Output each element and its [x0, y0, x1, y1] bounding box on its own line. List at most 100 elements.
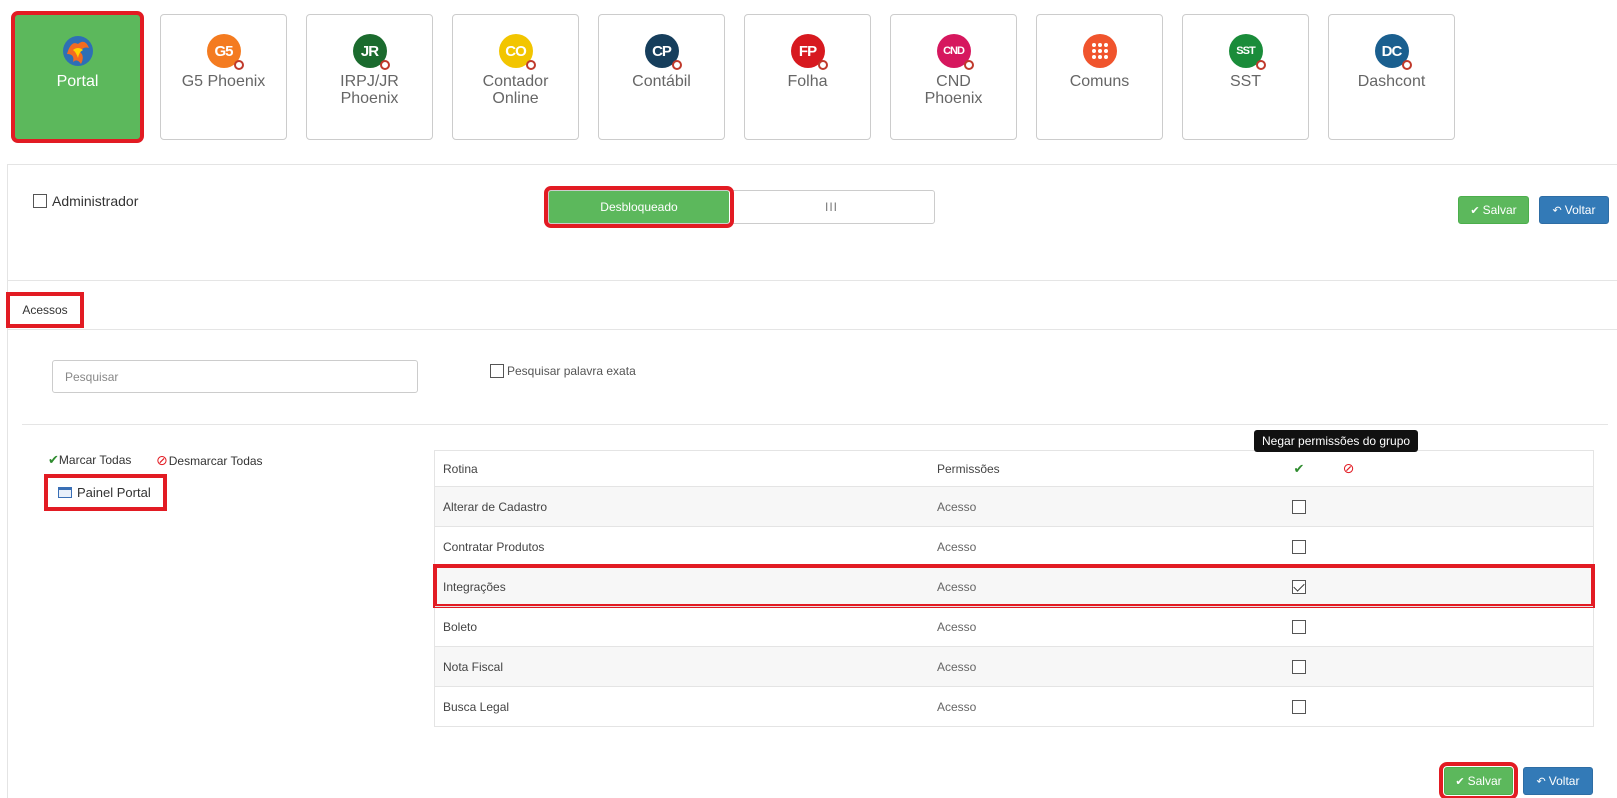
tile-label: Contador Online: [482, 73, 549, 107]
header-permissions: Permissões: [937, 461, 1000, 476]
unlocked-option[interactable]: Desbloqueado: [544, 186, 734, 228]
check-cell: [1269, 619, 1329, 634]
module-tile-dashcont[interactable]: DC Dashcont: [1328, 14, 1455, 140]
save-label: Salvar: [1482, 203, 1517, 217]
module-tile-folha[interactable]: FP Folha: [744, 14, 871, 140]
unmark-all-label: Desmarcar Todas: [168, 453, 263, 468]
administrator-label: Administrador: [52, 193, 139, 209]
tile-label: CND Phoenix: [924, 73, 983, 107]
exact-word-checkbox[interactable]: [490, 364, 504, 378]
module-tile-g5-phoenix[interactable]: G5 G5 Phoenix: [160, 14, 287, 140]
window-icon: [58, 487, 72, 498]
module-tile-contador-online[interactable]: CO Contador Online: [452, 14, 579, 140]
administrator-checkbox[interactable]: [33, 194, 47, 208]
save-label: Salvar: [1467, 774, 1502, 788]
permission-checkbox[interactable]: [1292, 499, 1306, 514]
module-tiles: Portal G5 G5 Phoenix JR IRPJ/JR Phoenix …: [11, 11, 1455, 143]
permission-checkbox[interactable]: [1292, 699, 1306, 714]
sst-icon: SST: [1228, 34, 1266, 70]
permission-checkbox[interactable]: [1292, 659, 1306, 674]
dc-icon: DC: [1374, 34, 1412, 70]
grid-dots-icon: [1082, 34, 1117, 68]
tab-acessos[interactable]: Acessos: [6, 292, 84, 328]
check-cell: [1269, 579, 1329, 594]
back-label: Voltar: [1564, 203, 1596, 217]
divider: [7, 329, 1617, 330]
exact-word-option[interactable]: Pesquisar palavra exata: [490, 364, 636, 378]
module-tile-comuns[interactable]: Comuns: [1036, 14, 1163, 140]
routine-cell: Nota Fiscal: [443, 659, 504, 674]
routine-cell: Alterar de Cadastro: [443, 499, 548, 514]
permission-cell: Acesso: [937, 659, 977, 674]
tile-label: Portal: [56, 73, 99, 90]
routine-cell: Boleto: [443, 619, 478, 634]
allow-all-icon[interactable]: ✔: [1269, 461, 1329, 477]
permission-checkbox[interactable]: [1292, 539, 1306, 554]
back-label: Voltar: [1548, 774, 1580, 788]
table-row: Integrações Acesso: [433, 564, 1595, 608]
jr-icon: JR: [352, 34, 390, 70]
permission-cell: Acesso: [937, 539, 977, 554]
module-tile-cnd-phoenix[interactable]: CND CND Phoenix: [890, 14, 1017, 140]
routine-cell: Busca Legal: [443, 699, 510, 714]
check-cell: [1269, 659, 1329, 674]
exact-word-label: Pesquisar palavra exata: [507, 364, 636, 378]
tile-label: Comuns: [1069, 73, 1130, 90]
back-button-bottom[interactable]: ↶ Voltar: [1523, 767, 1593, 795]
portal-phoenix-icon: [61, 34, 95, 68]
routine-cell: Integrações: [443, 579, 506, 594]
module-tile-portal[interactable]: Portal: [11, 11, 144, 143]
check-icon: ✔: [1470, 204, 1480, 217]
permission-checkbox[interactable]: [1292, 579, 1306, 594]
tile-label: SST: [1229, 73, 1262, 90]
search-input[interactable]: [52, 360, 418, 393]
table-row: Alterar de Cadastro Acesso: [435, 486, 1593, 526]
tile-label: G5 Phoenix: [181, 73, 266, 90]
unmark-all-link[interactable]: ⊘ Desmarcar Todas: [156, 452, 263, 469]
tile-label: IRPJ/JR Phoenix: [340, 73, 399, 107]
permission-cell: Acesso: [937, 699, 977, 714]
cnd-icon: CND: [936, 34, 974, 70]
check-cell: [1269, 499, 1329, 514]
g5-icon: G5: [206, 34, 244, 70]
check-cell: [1269, 699, 1329, 714]
table-row: Boleto Acesso: [435, 606, 1593, 646]
routine-cell: Contratar Produtos: [443, 539, 545, 554]
divider: [22, 424, 1608, 425]
fp-icon: FP: [790, 34, 828, 70]
permission-cell: Acesso: [937, 619, 977, 634]
mark-all-link[interactable]: ✔ Marcar Todas: [48, 452, 131, 468]
lock-toggle[interactable]: Desbloqueado III: [544, 186, 935, 228]
ban-icon: ⊘: [156, 452, 168, 468]
module-tile-irpj-phoenix[interactable]: JR IRPJ/JR Phoenix: [306, 14, 433, 140]
permission-checkbox[interactable]: [1292, 619, 1306, 634]
tree-node-painel-portal[interactable]: Painel Portal: [44, 474, 167, 511]
check-icon: ✔: [1455, 775, 1465, 788]
locked-option[interactable]: III: [729, 191, 934, 223]
module-tile-sst[interactable]: SST SST: [1182, 14, 1309, 140]
header-routine: Rotina: [443, 461, 478, 476]
tile-label: Folha: [787, 73, 828, 90]
save-button-bottom[interactable]: ✔ Salvar: [1439, 762, 1518, 798]
table-row: Nota Fiscal Acesso: [435, 646, 1593, 686]
co-icon: CO: [498, 34, 536, 70]
table-header: Rotina Permissões ✔ ⊘: [435, 451, 1593, 486]
save-button-top[interactable]: ✔ Salvar: [1458, 196, 1529, 224]
divider: [7, 280, 1617, 281]
table-row: Contratar Produtos Acesso: [435, 526, 1593, 566]
table-row: Busca Legal Acesso: [435, 686, 1593, 726]
deny-group-tooltip: Negar permissões do grupo: [1254, 430, 1419, 452]
permission-cell: Acesso: [937, 579, 977, 594]
reply-icon: ↶: [1536, 775, 1546, 788]
cp-icon: CP: [644, 34, 682, 70]
tile-label: Dashcont: [1357, 73, 1426, 90]
module-tile-contabil[interactable]: CP Contábil: [598, 14, 725, 140]
tree-node-label: Painel Portal: [77, 485, 151, 500]
deny-group-icon[interactable]: ⊘: [1329, 460, 1369, 477]
tile-label: Contábil: [632, 73, 691, 90]
back-button-top[interactable]: ↶ Voltar: [1539, 196, 1609, 224]
permissions-table: Rotina Permissões ✔ ⊘ Alterar de Cadastr…: [433, 450, 1595, 727]
check-cell: [1269, 539, 1329, 554]
administrator-option[interactable]: Administrador: [33, 193, 138, 209]
reply-icon: ↶: [1552, 204, 1562, 217]
